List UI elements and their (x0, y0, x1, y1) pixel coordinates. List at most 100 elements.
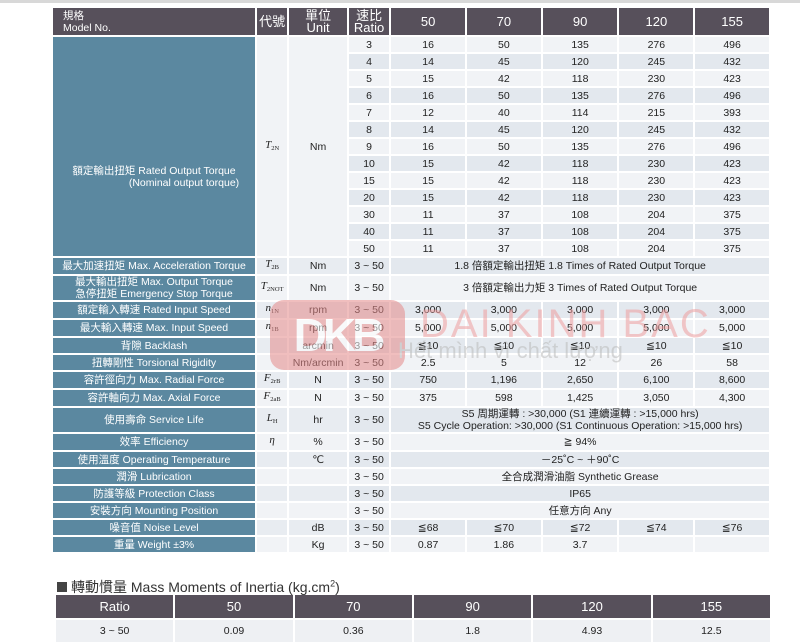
spec-row: 使用壽命 Service Life LH hr 3 ~ 50 S5 周期運轉 : >30… (53, 408, 769, 432)
torque-value-cell: 423 (695, 156, 769, 171)
spec-value-cell (695, 537, 769, 552)
symbol-cell (257, 355, 288, 370)
spec-value-cell: 3,000 (391, 302, 465, 318)
header-model-en: Model No. (63, 21, 111, 34)
header-model-zh: 規格 (63, 9, 84, 22)
spec-label-line: 重量 Weight ±3% (113, 538, 195, 551)
torque-value-cell: 375 (695, 224, 769, 239)
symbol-subscript: 2aB (270, 396, 281, 403)
torque-value-cell: 245 (619, 54, 694, 69)
spec-row: 容許軸向力 Max. Axial Force F2aB N 3 ~ 50 375 598 1… (53, 390, 769, 406)
ratio-cell: 3 ~ 50 (348, 276, 390, 300)
spec-label: 額定輸入轉速 Rated Input Speed (53, 302, 256, 318)
spec-value-cell: ≦10 (467, 338, 541, 353)
spec-label: 容許軸向力 Max. Axial Force (53, 390, 256, 406)
ratio-cell: 3 ~ 50 (348, 520, 390, 535)
torque-value-cell: 42 (467, 71, 541, 86)
ratio-cell: 30 (348, 207, 390, 222)
ratio-cell: 4 (348, 54, 390, 69)
header-model-70: 70 (467, 8, 541, 35)
spec-value-cell: 5,000 (542, 320, 618, 336)
torque-value-cell: 108 (542, 224, 618, 239)
spec-row: 潤滑 Lubrication 3 ~ 50 全合成潤滑油脂 Synthetic Gr… (53, 469, 769, 484)
symbol-cell (257, 338, 288, 353)
rated-output-torque-label: 額定輸出扭矩 Rated Output Torque (Nominal outpu… (53, 37, 256, 256)
torque-value-cell: 11 (391, 241, 465, 256)
ratio-cell: 3 ~ 50 (348, 355, 390, 370)
spec-value-cell: 3.7 (542, 537, 618, 552)
ratio-cell: 40 (348, 224, 390, 239)
spec-value-cell: ≦10 (391, 338, 465, 353)
spec-value-cell: 3,050 (619, 390, 694, 406)
torque-value-cell: 15 (391, 190, 465, 205)
spec-label: 扭轉剛性 Torsional Rigidity (53, 355, 256, 370)
torque-value-cell: 37 (467, 241, 541, 256)
ratio-cell: 3 ~ 50 (348, 537, 390, 552)
unit-cell (289, 503, 347, 518)
inertia-data-row: 3 ~ 50 0.09 0.36 1.8 4.93 12.5 (56, 620, 770, 642)
torque-value-cell: 16 (391, 37, 465, 52)
merged-value-cell: 3 倍額定輸出力矩 3 Times of Rated Output Torque (391, 276, 769, 300)
torque-value-cell: 135 (542, 139, 618, 154)
spec-value-cell: 4,300 (695, 390, 769, 406)
unit-cell: Nm (289, 37, 347, 256)
symbol-cell: T2B (257, 258, 288, 274)
spec-label: 最大加速扭矩 Max. Acceleration Torque (53, 258, 256, 274)
symbol-cell (257, 469, 288, 484)
spec-row: 效率 Efficiency η% 3 ~ 50 ≧ 94% (53, 434, 769, 450)
ratio-cell: 15 (348, 173, 390, 188)
spec-row: 噪音值 Noise Level dB 3 ~ 50 ≦68 ≦70 ≦72 ≦74 ≦76 (53, 520, 769, 535)
unit-cell: N (289, 390, 347, 406)
torque-value-cell: 42 (467, 156, 541, 171)
spec-label-line: 急停扭矩 Emergency Stop Torque (75, 288, 233, 300)
unit-cell: arcmin (289, 338, 347, 353)
spec-label: 使用壽命 Service Life (53, 408, 256, 432)
symbol-subscript: H (272, 418, 278, 425)
torque-value-cell: 118 (542, 71, 618, 86)
spec-row: 容許徑向力 Max. Radial Force F2rB N 3 ~ 50 750 1,1… (53, 372, 769, 388)
torque-value-cell: 45 (467, 122, 541, 137)
spec-label: 安裝方向 Mounting Position (53, 503, 256, 518)
spec-value-cell: ≦70 (467, 520, 541, 535)
merged-value-cell: 任意方向 Any (391, 503, 769, 518)
spec-value-cell: ≦68 (391, 520, 465, 535)
torque-value-cell: 108 (542, 241, 618, 256)
inertia-value-cell: 4.93 (533, 620, 651, 642)
torque-value-cell: 11 (391, 207, 465, 222)
ratio-cell: 3 ~ 50 (348, 469, 390, 484)
spec-label-line: 背隙 Backlash (120, 339, 188, 352)
ratio-cell: 3 ~ 50 (348, 390, 390, 406)
spec-value-cell: 375 (391, 390, 465, 406)
spec-row: 背隙 Backlash arcmin 3 ~ 50 ≦10 ≦10 ≦10 ≦10 ≦10 (53, 338, 769, 353)
spec-label-line: 扭轉剛性 Torsional Rigidity (91, 356, 217, 369)
ratio-cell: 3 ~ 50 (348, 258, 390, 274)
torque-value-cell: 496 (695, 88, 769, 103)
unit-cell: N (289, 372, 347, 388)
symbol-cell (257, 503, 288, 518)
unit-cell: rpm (289, 302, 347, 318)
torque-value-cell: 120 (542, 122, 618, 137)
inertia-value-cell: 1.8 (413, 620, 532, 642)
unit-cell: Nm (289, 258, 347, 274)
spec-value-cell: ≦72 (542, 520, 618, 535)
unit-cell: Nm/arcmin (289, 355, 347, 370)
torque-value-cell: 276 (619, 139, 694, 154)
symbol-main: η (269, 434, 275, 446)
unit-cell: Nm (289, 276, 347, 300)
spec-label-line: 最大輸入轉速 Max. Input Speed (79, 322, 229, 334)
torque-value-cell: 108 (542, 207, 618, 222)
spec-label-line: 噪音值 Noise Level (109, 521, 199, 534)
spec-value-cell: 58 (695, 355, 769, 370)
merged-value-line: －25˚C ~ ＋90˚C (540, 453, 620, 466)
spec-label: 噪音值 Noise Level (53, 520, 256, 535)
spec-value-cell: 1,196 (467, 372, 541, 388)
torque-value-cell: 204 (619, 241, 694, 256)
spec-label: 容許徑向力 Max. Radial Force (53, 372, 256, 388)
inertia-table: Ratio 50 70 90 120 155 3 ~ 50 0.09 0.36 1.8 4.93 1… (54, 593, 772, 644)
torque-value-cell: 375 (695, 207, 769, 222)
torque-value-cell: 118 (542, 173, 618, 188)
torque-sublabel: (Nominal output torque) (128, 176, 240, 189)
specification-table: 規格 Model No. 代號 單位 Unit 速比 Ratio 50 70 90 1… (51, 6, 771, 554)
merged-value-cell: －25˚C ~ ＋90˚C (391, 452, 769, 467)
spec-label-line: 效率 Efficiency (119, 436, 189, 448)
